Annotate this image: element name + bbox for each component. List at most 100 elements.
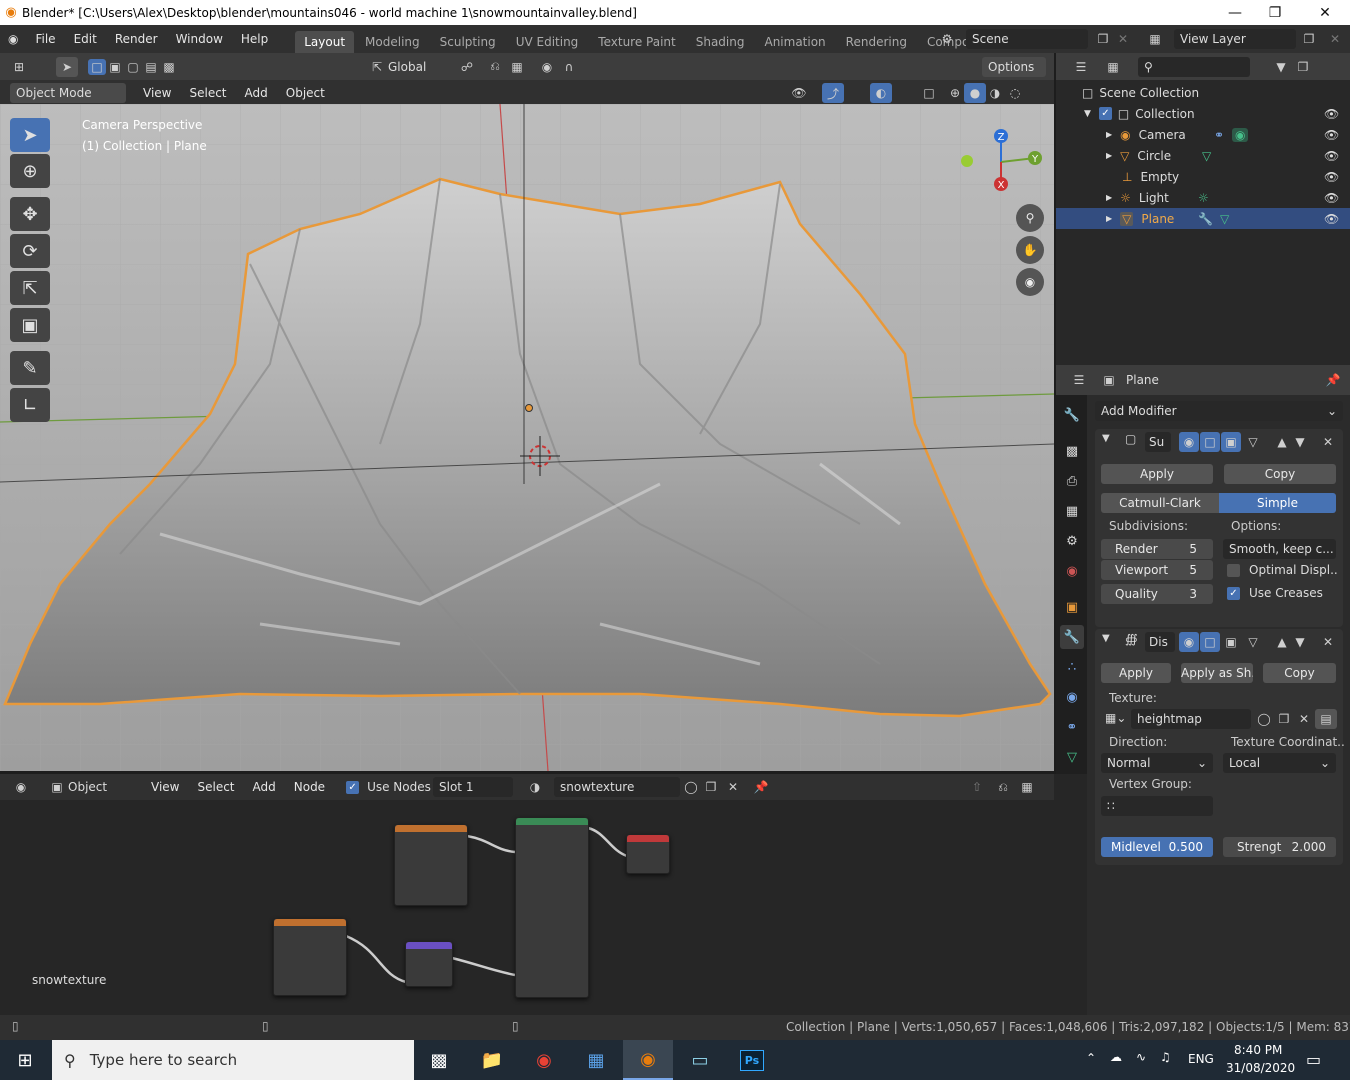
3d-viewport[interactable]: Camera Perspective (1) Collection | Plan… — [0, 104, 1054, 771]
tool-rotate[interactable]: ⟳ — [10, 234, 50, 268]
image-texture-node[interactable] — [394, 824, 468, 906]
object-origin[interactable] — [525, 404, 533, 412]
wireframe-shading-icon[interactable]: ⊕ — [944, 83, 966, 103]
task-view-icon[interactable]: ▩ — [414, 1040, 464, 1080]
material-shading-icon[interactable]: ◑ — [984, 83, 1006, 103]
pivot-icon[interactable]: ☍ — [456, 57, 478, 77]
collapse-arrow-icon[interactable]: ▼ — [1102, 433, 1110, 444]
mode-selector[interactable]: Object Mode — [10, 83, 126, 103]
texture-input[interactable]: heightmap — [1131, 709, 1251, 729]
zoom-icon[interactable]: ⚲ — [1016, 204, 1044, 232]
tab-shading[interactable]: Shading — [687, 31, 754, 53]
scene-tab-icon[interactable]: ⚙ — [1060, 529, 1084, 553]
collection-checkbox[interactable]: ✓ — [1098, 107, 1112, 120]
blender-menu-icon[interactable]: ◉ — [0, 25, 26, 53]
snap-node-icon[interactable]: ⎌ — [992, 777, 1014, 797]
checkbox-checked[interactable]: ✓ — [1227, 586, 1240, 600]
menu-window[interactable]: Window — [167, 25, 232, 53]
photoshop-icon[interactable]: Ps — [727, 1040, 777, 1080]
uv-smooth-dropdown[interactable]: Smooth, keep c... — [1223, 539, 1336, 559]
maximize-button[interactable]: ❐ — [1252, 0, 1298, 25]
principled-bsdf-node[interactable] — [515, 817, 589, 998]
tab-layout[interactable]: Layout — [295, 31, 355, 53]
wifi-icon[interactable]: ∿ — [1136, 1050, 1146, 1064]
orientation-icon[interactable]: ⇱ — [366, 57, 388, 77]
eye-icon[interactable]: 👁 — [1324, 149, 1339, 163]
render-toggle-icon[interactable]: ◉ — [1179, 432, 1199, 452]
tool-annotate[interactable]: ✎ — [10, 351, 50, 385]
scene-icon[interactable]: ⚙ — [936, 29, 958, 49]
apply-as-shape-button[interactable]: Apply as Sh.. — [1181, 663, 1253, 683]
select-mode-new-icon[interactable]: □ — [88, 58, 106, 75]
use-creases-checkbox[interactable]: ✓ Use Creases — [1227, 586, 1323, 600]
vertex-group-input[interactable]: ∷ — [1101, 796, 1213, 816]
normal-map-node[interactable] — [405, 941, 453, 987]
world-tab-icon[interactable]: ◉ — [1060, 559, 1084, 583]
visibility-icon[interactable]: 👁 — [788, 83, 810, 103]
camera-view-icon[interactable]: ◉ — [1016, 268, 1044, 296]
outliner-item-circle[interactable]: ▶ ▽ Circle ▽ 👁 — [1056, 145, 1350, 166]
texture-coordinates-dropdown[interactable]: Local ⌄ — [1223, 753, 1336, 773]
snap-target-icon[interactable]: ▦ — [506, 57, 528, 77]
subsurf-copy-button[interactable]: Copy — [1224, 464, 1336, 484]
snap-node-target-icon[interactable]: ▦ — [1016, 777, 1038, 797]
orientation-selector[interactable]: Global — [388, 60, 448, 74]
language-indicator[interactable]: ENG — [1188, 1052, 1214, 1066]
tool-transform[interactable]: ▣ — [10, 308, 50, 342]
render-toggle-icon[interactable]: ◉ — [1179, 632, 1199, 652]
cage-toggle-icon[interactable]: ▽ — [1243, 432, 1263, 452]
clock-date[interactable]: 31/08/2020 — [1226, 1061, 1295, 1075]
midlevel-field[interactable]: Midlevel 0.500 — [1101, 837, 1213, 857]
expand-arrow-icon[interactable]: ▶ — [1106, 151, 1112, 160]
new-view-layer-icon[interactable]: ❐ — [1298, 29, 1320, 49]
tab-uv-editing[interactable]: UV Editing — [507, 31, 588, 53]
scene-selector[interactable]: Scene — [966, 29, 1088, 49]
select-mode-extend-icon[interactable]: ▣ — [106, 57, 124, 77]
node-editor-type-icon[interactable]: ◉ — [10, 777, 32, 797]
menu-file[interactable]: File — [26, 25, 64, 53]
node-menu-select[interactable]: Select — [188, 774, 243, 800]
checker-texture-icon[interactable]: ▦⌄ — [1105, 711, 1126, 725]
rendered-shading-icon[interactable]: ◌ — [1004, 83, 1026, 103]
editmode-toggle-icon[interactable]: ▣ — [1221, 432, 1241, 452]
new-texture-icon[interactable]: ❐ — [1273, 709, 1295, 729]
viewport-menu-view[interactable]: View — [134, 80, 180, 106]
view-layer-icon[interactable]: ▦ — [1144, 29, 1166, 49]
windows-start-icon[interactable]: ⊞ — [0, 1040, 50, 1080]
file-explorer-icon[interactable]: 📁 — [467, 1040, 517, 1080]
display-mode-icon[interactable]: ▦ — [1102, 57, 1124, 77]
menu-edit[interactable]: Edit — [65, 25, 106, 53]
material-browse-icon[interactable]: ◑ — [524, 777, 546, 797]
eye-icon[interactable]: 👁 — [1324, 212, 1339, 226]
pan-hand-icon[interactable]: ✋ — [1016, 236, 1044, 264]
render-levels-field[interactable]: Render 5 — [1101, 539, 1213, 559]
xray-icon[interactable]: □ — [918, 83, 940, 103]
tool-select-box[interactable]: ➤ — [10, 118, 50, 152]
menu-help[interactable]: Help — [232, 25, 277, 53]
pin-icon[interactable]: 📌 — [750, 777, 772, 797]
tool-move[interactable]: ✥ — [10, 197, 50, 231]
fake-user-shield-icon[interactable]: ◯ — [680, 777, 702, 797]
expand-arrow-icon[interactable]: ▶ — [1106, 214, 1112, 223]
tool-scale[interactable]: ⇱ — [10, 271, 50, 305]
snap-icon[interactable]: ⎌ — [484, 57, 506, 77]
direction-dropdown[interactable]: Normal ⌄ — [1101, 753, 1213, 773]
catmull-clark-button[interactable]: Catmull-Clark — [1101, 493, 1219, 513]
editor-type-icon[interactable]: ⊞ — [8, 57, 30, 77]
tab-modeling[interactable]: Modeling — [356, 31, 429, 53]
outliner-collection[interactable]: ▼ ✓ □ Collection 👁 — [1056, 103, 1350, 124]
tool-cursor[interactable]: ⊕ — [10, 154, 50, 188]
physics-tab-icon[interactable]: ◉ — [1060, 685, 1084, 709]
checkbox-unchecked[interactable] — [1227, 563, 1240, 577]
menu-render[interactable]: Render — [106, 25, 167, 53]
move-up-icon[interactable]: ▲ — [1273, 432, 1291, 452]
viewport-menu-object[interactable]: Object — [277, 80, 334, 106]
constraints-tab-icon[interactable]: ⚭ — [1060, 715, 1084, 739]
quality-field[interactable]: Quality 3 — [1101, 584, 1213, 604]
onedrive-cloud-icon[interactable]: ☁ — [1110, 1050, 1122, 1064]
outliner-search-input[interactable]: ⚲ — [1138, 56, 1250, 77]
expand-arrow-icon[interactable]: ▼ — [1084, 109, 1091, 119]
viewport-menu-add[interactable]: Add — [236, 80, 277, 106]
tab-animation[interactable]: Animation — [755, 31, 834, 53]
editmode-toggle-icon[interactable]: ▣ — [1221, 632, 1241, 652]
